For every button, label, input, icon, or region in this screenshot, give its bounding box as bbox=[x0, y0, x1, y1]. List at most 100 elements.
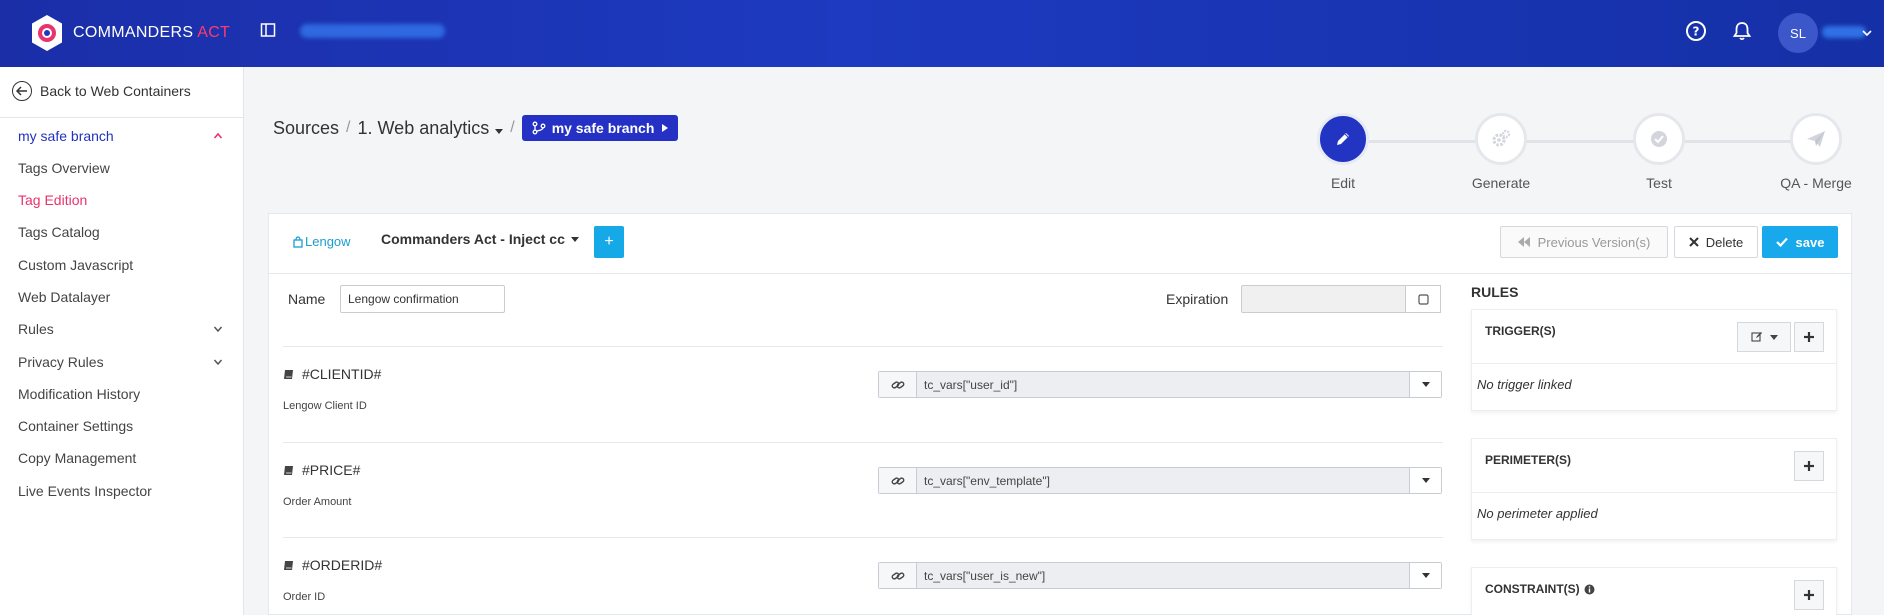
calendar-button[interactable] bbox=[1405, 285, 1441, 313]
lengow-logo: Lengow bbox=[293, 234, 351, 249]
add-perimeter-button[interactable] bbox=[1794, 451, 1824, 481]
caret-down-icon bbox=[570, 236, 579, 242]
gears-icon bbox=[1475, 113, 1527, 165]
top-bar: COMMANDERS ACT ? SL bbox=[0, 0, 1884, 67]
variable-name: #CLIENTID# bbox=[283, 366, 381, 382]
perimeters-panel: PERIMETER(S) No perimeter applied bbox=[1471, 438, 1837, 540]
variable-divider bbox=[283, 442, 1443, 443]
link-icon bbox=[879, 563, 917, 588]
brand-logo[interactable]: COMMANDERS ACT bbox=[30, 14, 230, 52]
variable-divider bbox=[283, 346, 1443, 347]
step-edit[interactable]: Edit bbox=[1278, 113, 1408, 191]
plus-icon bbox=[1804, 461, 1814, 471]
close-icon bbox=[1688, 237, 1699, 247]
check-icon bbox=[1775, 237, 1788, 247]
caret-down-icon bbox=[495, 128, 504, 134]
chevron-up-icon bbox=[213, 132, 223, 139]
sidebar-item-tag-edition[interactable]: Tag Edition bbox=[18, 189, 223, 211]
breadcrumb-container-select[interactable]: 1. Web analytics bbox=[358, 118, 504, 139]
help-icon[interactable]: ? bbox=[1685, 20, 1707, 42]
variable-mapping-input[interactable]: tc_vars["env_template"] bbox=[878, 467, 1442, 494]
sidebar-item-web-datalayer[interactable]: Web Datalayer bbox=[18, 286, 223, 308]
caret-down-icon[interactable] bbox=[1409, 372, 1441, 397]
add-tag-button[interactable]: + bbox=[594, 226, 624, 258]
name-label: Name bbox=[288, 291, 326, 307]
rules-title: RULES bbox=[1471, 284, 1519, 300]
sidebar: Back to Web Containers my safe branch Ta… bbox=[0, 67, 244, 615]
info-icon[interactable] bbox=[1584, 584, 1595, 595]
variable-name: #PRICE# bbox=[283, 462, 360, 478]
tag-template-select[interactable]: Commanders Act - Inject cc bbox=[381, 231, 579, 247]
perimeters-empty-text: No perimeter applied bbox=[1477, 506, 1598, 521]
sidebar-item-rules[interactable]: Rules bbox=[18, 318, 223, 340]
edit-trigger-dropdown[interactable] bbox=[1737, 322, 1791, 352]
triggers-panel: TRIGGER(S) No trigger linked bbox=[1471, 309, 1837, 411]
chevron-down-icon[interactable] bbox=[1861, 26, 1873, 38]
step-test[interactable]: Test bbox=[1594, 113, 1724, 191]
sidebar-toggle-icon[interactable] bbox=[260, 22, 276, 38]
tag-edition-card: Lengow Commanders Act - Inject cc + Prev… bbox=[268, 213, 1852, 615]
expiration-label: Expiration bbox=[1166, 291, 1229, 307]
bag-icon bbox=[293, 235, 303, 248]
previous-versions-button[interactable]: Previous Version(s) bbox=[1500, 226, 1668, 258]
redacted-user-name bbox=[1822, 26, 1866, 38]
sidebar-item-custom-javascript[interactable]: Custom Javascript bbox=[18, 254, 223, 276]
step-qa-merge[interactable]: QA - Merge bbox=[1751, 113, 1881, 191]
paper-plane-icon bbox=[1790, 113, 1842, 165]
variable-description: Order ID bbox=[283, 591, 326, 603]
breadcrumb: Sources / 1. Web analytics / my safe bra… bbox=[273, 114, 679, 142]
save-button[interactable]: save bbox=[1762, 226, 1838, 258]
step-generate[interactable]: Generate bbox=[1436, 113, 1566, 191]
back-to-web-containers-link[interactable]: Back to Web Containers bbox=[12, 81, 191, 101]
notifications-bell-icon[interactable] bbox=[1731, 20, 1753, 42]
branch-badge[interactable]: my safe branch bbox=[521, 115, 679, 141]
chevron-down-icon bbox=[213, 359, 223, 366]
svg-text:?: ? bbox=[1693, 25, 1700, 39]
chevron-down-icon bbox=[213, 326, 223, 333]
caret-right-icon bbox=[662, 124, 669, 132]
workflow-progress-line bbox=[1343, 140, 1815, 143]
redacted-workspace-name bbox=[300, 24, 445, 38]
variable-description: Lengow Client ID bbox=[283, 400, 367, 412]
tag-toolbar: Lengow Commanders Act - Inject cc + Prev… bbox=[269, 214, 1851, 274]
plus-icon bbox=[1804, 332, 1814, 342]
calendar-icon bbox=[1417, 293, 1429, 305]
book-icon bbox=[284, 369, 293, 379]
sidebar-item-modification-history[interactable]: Modification History bbox=[18, 383, 223, 405]
variable-mapping-input[interactable]: tc_vars["user_id"] bbox=[878, 371, 1442, 398]
caret-down-icon[interactable] bbox=[1409, 468, 1441, 493]
sidebar-item-copy-management[interactable]: Copy Management bbox=[18, 447, 223, 469]
link-icon bbox=[879, 372, 917, 397]
sidebar-item-tags-overview[interactable]: Tags Overview bbox=[18, 157, 223, 179]
variable-mapping-input[interactable]: tc_vars["user_is_new"] bbox=[878, 562, 1442, 589]
arrow-left-icon bbox=[12, 81, 32, 101]
sidebar-divider bbox=[0, 117, 244, 118]
brand-name: COMMANDERS ACT bbox=[73, 24, 231, 41]
user-avatar[interactable]: SL bbox=[1778, 13, 1818, 53]
logo-hexagon-icon bbox=[30, 14, 64, 52]
sidebar-branch-toggle[interactable]: my safe branch bbox=[18, 124, 223, 148]
variable-name: #ORDERID# bbox=[283, 557, 382, 573]
add-constraint-button[interactable] bbox=[1794, 580, 1824, 610]
link-icon bbox=[879, 468, 917, 493]
sidebar-item-tags-catalog[interactable]: Tags Catalog bbox=[18, 221, 223, 243]
edit-icon bbox=[1750, 332, 1762, 342]
sidebar-item-container-settings[interactable]: Container Settings bbox=[18, 415, 223, 437]
delete-button[interactable]: Delete bbox=[1674, 226, 1758, 258]
git-branch-icon bbox=[532, 121, 546, 135]
sidebar-item-live-events-inspector[interactable]: Live Events Inspector bbox=[18, 480, 223, 502]
caret-down-icon[interactable] bbox=[1409, 563, 1441, 588]
backward-icon bbox=[1517, 237, 1530, 247]
tag-name-input[interactable]: Lengow confirmation bbox=[340, 285, 505, 313]
constraints-panel: CONSTRAINT(S) bbox=[1471, 567, 1837, 615]
variable-divider bbox=[283, 537, 1443, 538]
variable-description: Order Amount bbox=[283, 496, 352, 508]
add-trigger-button[interactable] bbox=[1794, 322, 1824, 352]
caret-down-icon bbox=[1769, 334, 1778, 340]
breadcrumb-sources[interactable]: Sources bbox=[273, 118, 339, 139]
sidebar-item-privacy-rules[interactable]: Privacy Rules bbox=[18, 351, 223, 373]
plus-icon bbox=[1804, 590, 1814, 600]
triggers-empty-text: No trigger linked bbox=[1477, 377, 1572, 392]
expiration-input[interactable] bbox=[1241, 285, 1406, 313]
back-label: Back to Web Containers bbox=[40, 83, 191, 99]
